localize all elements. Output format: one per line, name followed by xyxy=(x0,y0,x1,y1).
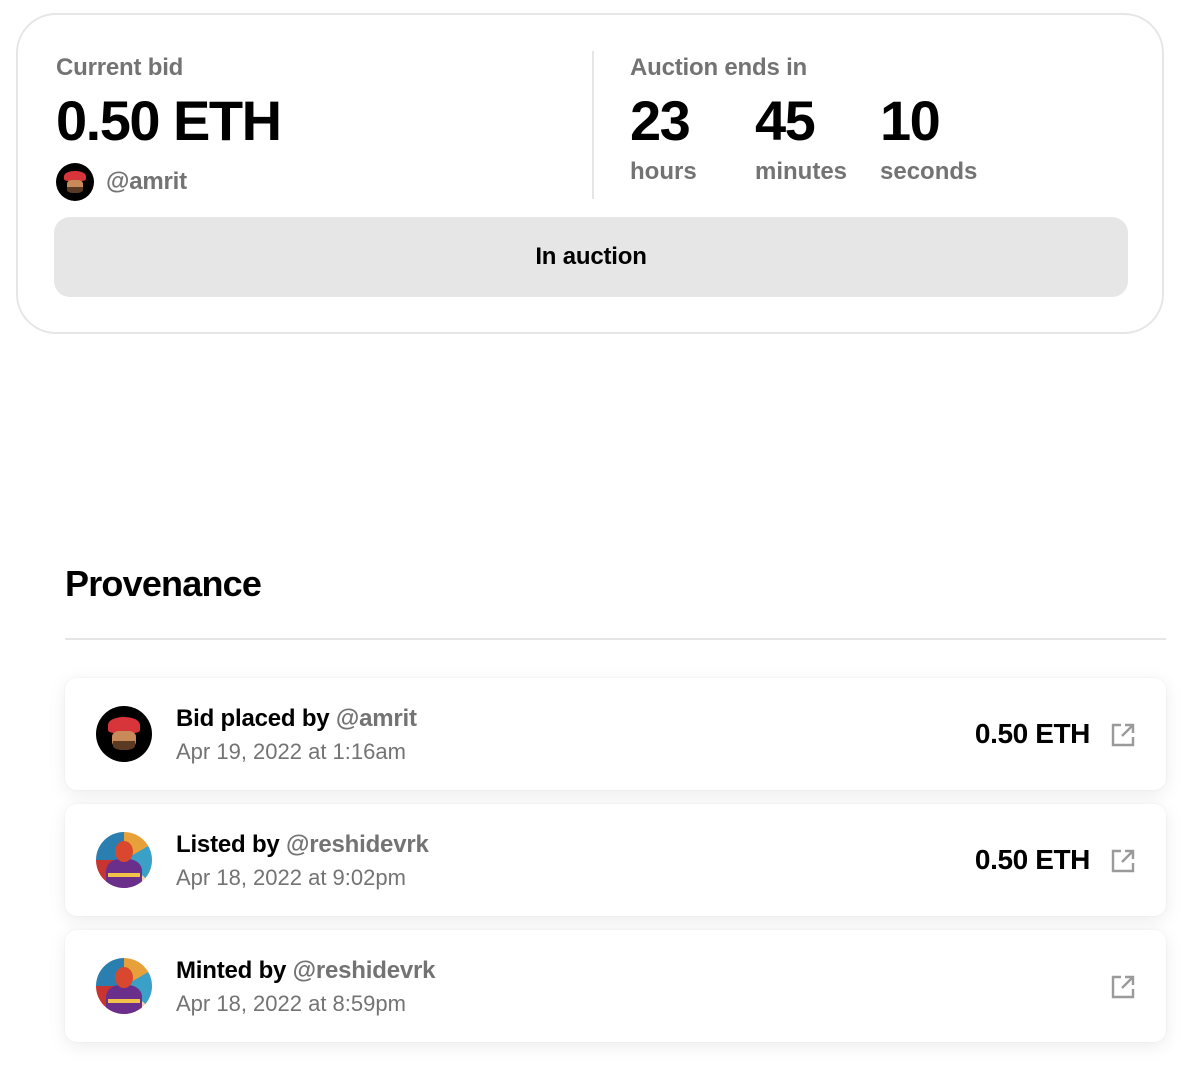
provenance-item: Bid placed by @amrit Apr 19, 2022 at 1:1… xyxy=(65,678,1166,790)
bidder-handle[interactable]: @amrit xyxy=(106,168,187,196)
event-handle[interactable]: @reshidevrk xyxy=(293,957,436,984)
event-handle[interactable]: @amrit xyxy=(336,705,417,732)
countdown: 23 hours 45 minutes 10 seconds xyxy=(630,89,1005,187)
reshidevrk-avatar[interactable] xyxy=(96,832,152,888)
event-label: Listed by xyxy=(176,831,280,858)
current-bid-amount: 0.50 ETH xyxy=(56,89,282,152)
current-bidder[interactable]: @amrit xyxy=(56,163,187,201)
hours-value: 23 xyxy=(630,89,691,152)
auction-ends-label: Auction ends in xyxy=(630,54,808,81)
auction-timer: Auction ends in 23 hours 45 minutes 10 s… xyxy=(630,53,977,185)
provenance-event: Listed by @reshidevrk xyxy=(176,830,429,860)
external-link-icon[interactable] xyxy=(1110,974,1136,1000)
provenance-item: Listed by @reshidevrk Apr 18, 2022 at 9:… xyxy=(65,804,1166,916)
in-auction-button[interactable]: In auction xyxy=(54,217,1128,297)
external-link-icon[interactable] xyxy=(1110,722,1136,748)
countdown-hours: 23 hours xyxy=(630,89,755,187)
event-handle[interactable]: @reshidevrk xyxy=(286,831,429,858)
event-date: Apr 18, 2022 at 8:59pm xyxy=(176,991,406,1016)
event-date: Apr 19, 2022 at 1:16am xyxy=(176,739,406,764)
event-label: Bid placed by xyxy=(176,705,330,732)
minutes-value: 45 xyxy=(755,89,816,152)
event-date: Apr 18, 2022 at 9:02pm xyxy=(176,865,406,890)
provenance-divider xyxy=(65,638,1166,640)
seconds-value: 10 xyxy=(880,89,941,152)
countdown-seconds: 10 seconds xyxy=(880,89,1005,187)
event-label: Minted by xyxy=(176,957,287,984)
provenance-title: Provenance xyxy=(65,563,262,604)
event-amount: 0.50 ETH xyxy=(974,844,1090,875)
current-bid-section: Current bid 0.50 ETH @amrit xyxy=(56,53,282,201)
bidder-avatar[interactable] xyxy=(56,163,94,201)
countdown-minutes: 45 minutes xyxy=(755,89,880,187)
event-amount: 0.50 ETH xyxy=(974,718,1090,749)
reshidevrk-avatar[interactable] xyxy=(96,958,152,1014)
provenance-event: Minted by @reshidevrk xyxy=(176,956,435,986)
minutes-label: minutes xyxy=(755,158,848,185)
provenance-event: Bid placed by @amrit xyxy=(176,704,417,734)
provenance-item: Minted by @reshidevrk Apr 18, 2022 at 8:… xyxy=(65,930,1166,1042)
amrit-avatar[interactable] xyxy=(96,706,152,762)
hours-label: hours xyxy=(630,158,697,185)
external-link-icon[interactable] xyxy=(1110,848,1136,874)
current-bid-label: Current bid xyxy=(56,54,184,81)
auction-card: Current bid 0.50 ETH @amrit Auction ends… xyxy=(16,13,1164,334)
seconds-label: seconds xyxy=(880,158,978,185)
vertical-divider xyxy=(592,51,594,199)
